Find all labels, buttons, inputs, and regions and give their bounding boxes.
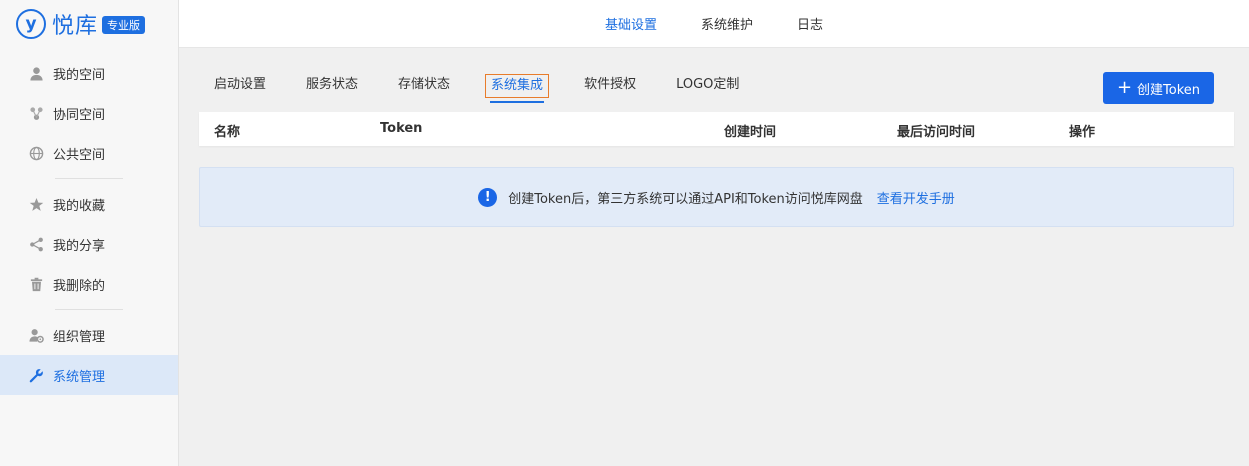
- tab-service-status[interactable]: 服务状态: [301, 74, 363, 98]
- sidebar-item-org-management[interactable]: 组织管理: [0, 315, 178, 355]
- share-icon: [28, 236, 44, 252]
- tab-storage-status[interactable]: 存储状态: [393, 74, 455, 98]
- column-header-actions: 操作: [1069, 125, 1096, 140]
- sidebar-item-deleted[interactable]: 我删除的: [0, 264, 178, 304]
- column-header-token: Token: [380, 121, 423, 136]
- sidebar-item-public-space[interactable]: 公共空间: [0, 133, 178, 173]
- sidebar-item-favorites[interactable]: 我的收藏: [0, 184, 178, 224]
- tab-system-integration[interactable]: 系统集成: [485, 74, 550, 103]
- logo[interactable]: y 悦库 专业版: [0, 0, 178, 48]
- developer-manual-link[interactable]: 查看开发手册: [877, 188, 955, 207]
- sidebar-item-shares[interactable]: 我的分享: [0, 224, 178, 264]
- top-nav-system-maintenance[interactable]: 系统维护: [699, 14, 755, 33]
- token-table-header: 名称 Token 创建时间 最后访问时间 操作: [199, 112, 1234, 146]
- create-token-label: 创建Token: [1137, 82, 1201, 98]
- sidebar-item-my-space[interactable]: 我的空间: [0, 53, 178, 93]
- create-token-button[interactable]: + 创建Token: [1103, 72, 1214, 104]
- user-settings-icon: [28, 327, 44, 343]
- info-notice: ! 创建Token后，第三方系统可以通过API和Token访问悦库网盘 查看开发…: [199, 167, 1234, 227]
- info-icon: !: [478, 187, 498, 207]
- column-header-name: 名称: [214, 125, 241, 140]
- star-icon: [28, 196, 44, 212]
- sidebar-divider: [55, 309, 123, 310]
- top-nav: 基础设置 系统维护 日志: [179, 0, 1249, 48]
- wrench-icon: [28, 367, 44, 383]
- tab-software-license[interactable]: 软件授权: [579, 74, 641, 98]
- sidebar-item-label: 协同空间: [53, 107, 106, 123]
- column-header-last-access-time: 最后访问时间: [897, 125, 976, 140]
- globe-icon: [28, 145, 44, 161]
- sidebar-divider: [55, 178, 123, 179]
- sidebar-item-label: 我删除的: [53, 278, 106, 294]
- sidebar-item-label: 我的空间: [53, 67, 106, 83]
- sidebar-item-label: 公共空间: [53, 147, 106, 163]
- tab-logo-customization[interactable]: LOGO定制: [671, 74, 744, 98]
- sidebar-item-system-management[interactable]: 系统管理: [0, 355, 178, 395]
- user-icon: [28, 65, 44, 81]
- sidebar-item-collab-space[interactable]: 协同空间: [0, 93, 178, 133]
- sidebar-item-label: 组织管理: [53, 329, 106, 345]
- collaboration-icon: [28, 105, 44, 121]
- trash-icon: [28, 276, 44, 292]
- tab-startup-settings[interactable]: 启动设置: [199, 74, 271, 98]
- top-nav-basic-settings[interactable]: 基础设置: [603, 14, 659, 33]
- logo-text: 悦库: [52, 14, 99, 39]
- notice-text: 创建Token后，第三方系统可以通过API和Token访问悦库网盘: [508, 191, 863, 207]
- sidebar-item-label: 我的收藏: [53, 198, 106, 214]
- sidebar-item-label: 我的分享: [53, 238, 106, 254]
- plus-icon: +: [1116, 77, 1133, 98]
- column-header-created-time: 创建时间: [724, 125, 777, 140]
- sidebar: y 悦库 专业版 我的空间 协同空间 公共空间 我的收藏 我的分享 我删除的 组…: [0, 0, 179, 466]
- edition-badge: 专业版: [102, 16, 146, 34]
- sub-tabs: 启动设置 服务状态 存储状态 系统集成 软件授权 LOGO定制: [199, 74, 774, 103]
- top-nav-logs[interactable]: 日志: [795, 14, 825, 33]
- logo-mark: y: [16, 9, 46, 39]
- sidebar-item-label: 系统管理: [53, 369, 106, 385]
